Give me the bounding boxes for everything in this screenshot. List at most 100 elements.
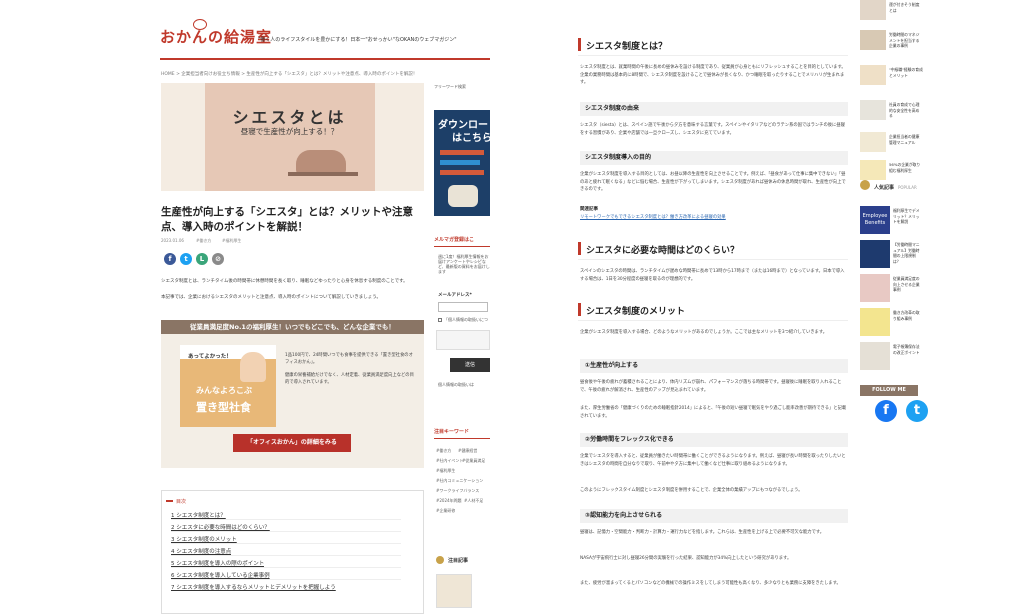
site-tagline: "働く人のライフスタイルを豊かにする！日本一"おせっかい"なOKANのウェブマガ… [258, 37, 457, 43]
sidebar-thumbnail[interactable] [860, 132, 886, 152]
keyword-tag[interactable]: #企業研修 [436, 508, 455, 514]
article-tag[interactable]: #働き方 [196, 238, 211, 244]
trophy-icon [436, 556, 444, 564]
sidebar-thumbnail[interactable] [860, 65, 886, 85]
keyword-divider [434, 438, 490, 439]
body-text: シエスタ制度とは、就業時間の午後に長めの昼休みを設ける制度であり、従業員が心身と… [580, 65, 846, 85]
toc-item[interactable]: 2 シエスタに必要な時間はどのくらい？ [171, 523, 270, 531]
sidebar-thumbnail[interactable] [860, 0, 886, 20]
newsletter-divider [434, 246, 490, 247]
sidebar-article-title[interactable]: "中級職"経験の育成とメリット [889, 67, 923, 89]
captcha-box[interactable] [436, 330, 490, 350]
toc-item[interactable]: 3 シエスタ制度のメリット [171, 535, 237, 543]
consent-label: 「個人情報の取扱いについて」に同意する [444, 317, 488, 322]
header-divider [160, 58, 490, 60]
submit-button[interactable]: 送信 [450, 358, 490, 372]
privacy-notice[interactable]: 個人情報の取扱いは [438, 382, 490, 388]
section-heading-merit: シエスタ制度のメリット [586, 307, 686, 317]
ad-bar [440, 170, 484, 175]
subheading-merit-3: ③認知能力を向上させられる [580, 509, 848, 523]
popular-article-title[interactable]: 従業員満足度の向上させる企業事例 [893, 276, 923, 304]
body-text: また、厚生労働省の「健康づくりのための睡眠指針2014」によると、「午後の短い昼… [580, 406, 847, 419]
popular-article-title[interactable]: 福利厚生でデメリット？メリットを解説 [893, 208, 923, 236]
toc-heading: 目次 [176, 499, 187, 505]
sidebar-article-title[interactable]: 労働時間のマネジメントを担当する企業の事例 [889, 32, 923, 54]
toc-divider [171, 579, 401, 580]
popular-heading: 注目記事 [448, 558, 469, 564]
section-heading-time: シエスタに必要な時間はどのくらい？ [586, 246, 740, 256]
toc-item[interactable]: 5 シエスタ制度を導入の際のポイント [171, 559, 264, 567]
popular-heading: 人気記事 [874, 185, 895, 191]
keyword-tag[interactable]: #人材不足 [464, 498, 483, 504]
keyword-tag[interactable]: #社内コミュニケーション [436, 478, 490, 484]
article-tag[interactable]: #福利厚生 [222, 238, 241, 244]
site-logo[interactable]: おかんの給湯室 [160, 26, 272, 47]
keyword-tag[interactable]: #従業員満足 [462, 458, 485, 464]
keyword-tag[interactable]: #働き方 [436, 448, 451, 454]
promo-image-line2: 置き型社食 [196, 401, 251, 414]
toc-item[interactable]: 6 シエスタ制度を導入している企業事例 [171, 571, 270, 579]
promo-header: 従業員満足度No.1の福利厚生！いつでもどこでも、どんな企業でも！ [161, 320, 424, 334]
toc-item[interactable]: 1 シエスタ制度とは？ [171, 511, 226, 519]
smiling-person-illustration [240, 352, 266, 382]
facebook-follow-icon[interactable]: f [875, 400, 897, 422]
popular-article-title[interactable]: 電子帳簿保存法の改正ポイント [893, 344, 923, 372]
breadcrumb[interactable]: HOME > 企業担当者向けお役立ち情報 > 生産性が向上する「シエスタ」とは？… [161, 71, 421, 77]
popular-thumbnail[interactable] [436, 574, 472, 608]
newsletter-text: 週に1度！福利厚生情報をお届けアンケートやレシピなど、最新版の資料をお届けします [438, 254, 490, 274]
sidebar-thumbnail[interactable] [860, 30, 886, 50]
section-divider [578, 320, 848, 321]
promo-text: 1品100円で、24時間いつでも食事を提供できる「置き型社食のオフィスおかん」。 [285, 353, 413, 365]
article-date: 2023.01.06 [161, 238, 184, 243]
toc-divider [171, 531, 401, 532]
popular-thumbnail[interactable] [860, 342, 890, 370]
body-text: また、疲労が溜まってくるとパソコンなどの機械での操作ミスをしてしまう可能性も高く… [580, 581, 841, 586]
body-text: 企業がシエスタ制度を導入する目的としては、お昼以降の生産性を向上させることです。… [580, 172, 846, 192]
body-text: スペインのシエスタの時間は、ランチタイムが遅めな時間帯に長めで13時から17時ま… [580, 269, 845, 282]
popular-article-title[interactable]: 【労働時間マニュアル】労働時間の上限規制は？ [893, 242, 923, 270]
sleeping-person-illustration [296, 150, 346, 174]
section-marker [578, 303, 581, 316]
line-share-icon[interactable]: L [196, 253, 208, 265]
sidebar-article-title[interactable]: 運が付きそう制度とは [889, 2, 923, 18]
keyword-tag[interactable]: #ワークライフバランス [436, 488, 490, 494]
ad-illustration [448, 185, 478, 207]
hero-subtitle: 昼寝で生産性が向上する！？ [240, 127, 339, 136]
sidebar-article-title[interactable]: 社員の育成で心理的な安全性を高める [889, 102, 923, 124]
sidebar-article-title[interactable]: 56%の企業が取り組む福利厚生 [889, 162, 923, 178]
ad-bar [440, 160, 480, 165]
toc-marker [166, 500, 173, 502]
employee-benefits-thumbnail[interactable]: Employee Benefits [860, 206, 890, 234]
sidebar-thumbnail[interactable] [860, 100, 886, 120]
popular-subheading: POPULAR [898, 185, 917, 190]
keyword-tag[interactable]: #2024年問題 [436, 498, 462, 504]
popular-thumbnail[interactable] [860, 274, 890, 302]
facebook-share-icon[interactable]: f [164, 253, 176, 265]
related-article-link[interactable]: リモートワークでもできるシエスタ制度とは？働き方改革による昼寝の効果 [580, 214, 848, 222]
body-text: シエスタ（siesta）とは、スペイン語で午後から夕方を意味する言葉です。スペイ… [580, 123, 845, 136]
popular-thumbnail[interactable] [860, 308, 890, 336]
body-text: NASAが宇宙飛行士に対し昼寝26分間の実験を行った結果、認知能力が34%向上し… [580, 556, 792, 561]
popular-thumbnail[interactable] [860, 240, 890, 268]
body-text: 企業でシエスタを導入すると、従業員が働きたい時間帯に働くことができるようになりま… [580, 454, 846, 467]
toc-item[interactable]: 7 シエスタ制度を導入するならメリットとデメリットを把握しよう [171, 583, 336, 591]
toc-item[interactable]: 4 シエスタ制度の注意点 [171, 547, 231, 555]
keyword-tag[interactable]: #福利厚生 [436, 468, 455, 474]
consent-checkbox[interactable] [438, 318, 442, 322]
copy-link-icon[interactable]: ⊘ [212, 253, 224, 265]
crown-icon [860, 180, 870, 190]
sidebar-thumbnail[interactable] [860, 160, 886, 180]
hero-title: シエスタとは [232, 108, 347, 127]
sidebar-article-title[interactable]: 企業担当者の健康管理マニュアル [889, 134, 923, 156]
keyword-tag[interactable]: #健康経営 [458, 448, 477, 454]
keyword-tag[interactable]: #社内イベント [436, 458, 463, 464]
body-text: 企業がシエスタ制度を導入する場合、どのようなメリットがあるのでしょうか。ここでは… [580, 330, 828, 335]
body-text: 昼食後や午後の疲れが蓄積されることにより、体内リズムが崩れ、パフォーマンスが落ち… [580, 380, 842, 393]
popular-article-title[interactable]: 働き方改革の取り組み事例 [893, 310, 923, 338]
okan-detail-button[interactable]: 「オフィスおかん」の詳細をみる [233, 434, 351, 452]
twitter-follow-icon[interactable]: t [906, 400, 928, 422]
article-title: 生産性が向上する「シエスタ」とは？メリットや注意点、導入時のポイントを解説！ [161, 206, 413, 233]
twitter-share-icon[interactable]: t [180, 253, 192, 265]
subheading-origin: シエスタ制度の由来 [580, 102, 848, 116]
email-input[interactable] [438, 302, 488, 312]
